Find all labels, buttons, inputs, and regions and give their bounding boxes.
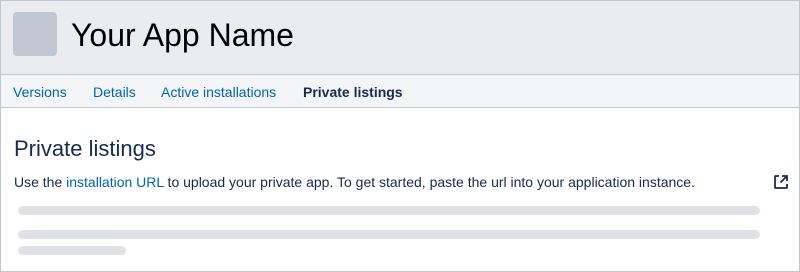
app-title: Your App Name [71, 17, 294, 53]
tab-active-installations[interactable]: Active installations [161, 84, 276, 100]
description-suffix: to upload your private app. To get start… [163, 174, 695, 190]
tab-private-listings[interactable]: Private listings [303, 84, 403, 100]
placeholder-line [18, 206, 760, 215]
placeholder-line-short [18, 246, 126, 255]
section-title: Private listings [14, 136, 156, 161]
external-link-icon[interactable] [773, 174, 789, 190]
placeholder-line [18, 230, 760, 239]
tab-bar: Versions Details Active installations Pr… [1, 74, 799, 108]
installation-url-link[interactable]: installation URL [66, 174, 164, 190]
app-header: Your App Name [1, 1, 799, 74]
tab-versions[interactable]: Versions [13, 84, 67, 100]
main-content: Private listings Use the installation UR… [1, 109, 799, 271]
app-frame: Your App Name Versions Details Active in… [0, 0, 800, 272]
app-logo [13, 12, 57, 56]
external-link-glyph [774, 175, 788, 189]
description-text: Use the installation URL to upload your … [14, 173, 695, 191]
tab-details[interactable]: Details [93, 84, 136, 100]
description-prefix: Use the [14, 174, 67, 190]
